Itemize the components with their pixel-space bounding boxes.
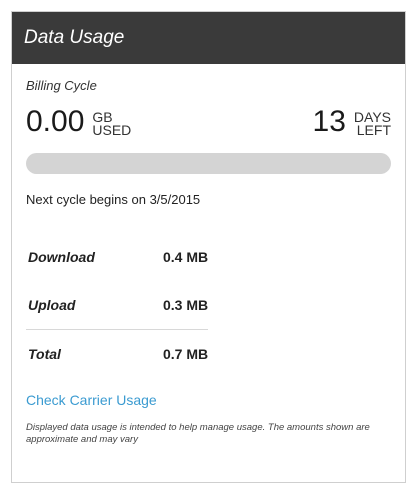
table-row: Download 0.4 MB [26,233,208,281]
used-unit: USED [92,122,132,138]
table-row: Total 0.7 MB [26,329,209,378]
usage-table: Download 0.4 MB Upload 0.3 MB Total 0.7 … [26,233,209,378]
card-body: Billing Cycle 0.00 GB USED 13 DAYS LEFT … [12,78,405,446]
gb-used-units: GB USED [92,110,132,138]
usage-disclaimer: Displayed data usage is intended to help… [26,422,370,445]
total-label: Total [26,329,163,378]
check-carrier-usage-link[interactable]: Check Carrier Usage [26,392,157,408]
gb-used-value: 0.00 [26,105,85,138]
card-title: Data Usage [24,27,125,48]
days-left-value: 13 [312,105,346,138]
days-left-units: DAYS LEFT [354,110,391,138]
gb-used-stat: 0.00 GB USED [26,105,132,138]
download-label: Download [28,249,95,265]
card-header: Data Usage [12,12,405,64]
upload-label: Upload [28,297,76,313]
left-unit: LEFT [356,122,391,138]
upload-value: 0.3 MB [163,297,209,313]
table-row: Upload 0.3 MB [26,281,208,330]
usage-stats: 0.00 GB USED 13 DAYS LEFT [26,101,391,138]
download-value: 0.4 MB [163,249,209,265]
next-cycle-text: Next cycle begins on 3/5/2015 [26,192,201,207]
days-left-stat: 13 DAYS LEFT [312,105,391,138]
data-usage-card: Data Usage Billing Cycle 0.00 GB USED 13… [11,11,406,483]
billing-cycle-label: Billing Cycle [26,78,97,93]
usage-progress-bar [26,153,391,174]
total-value: 0.7 MB [163,329,209,378]
